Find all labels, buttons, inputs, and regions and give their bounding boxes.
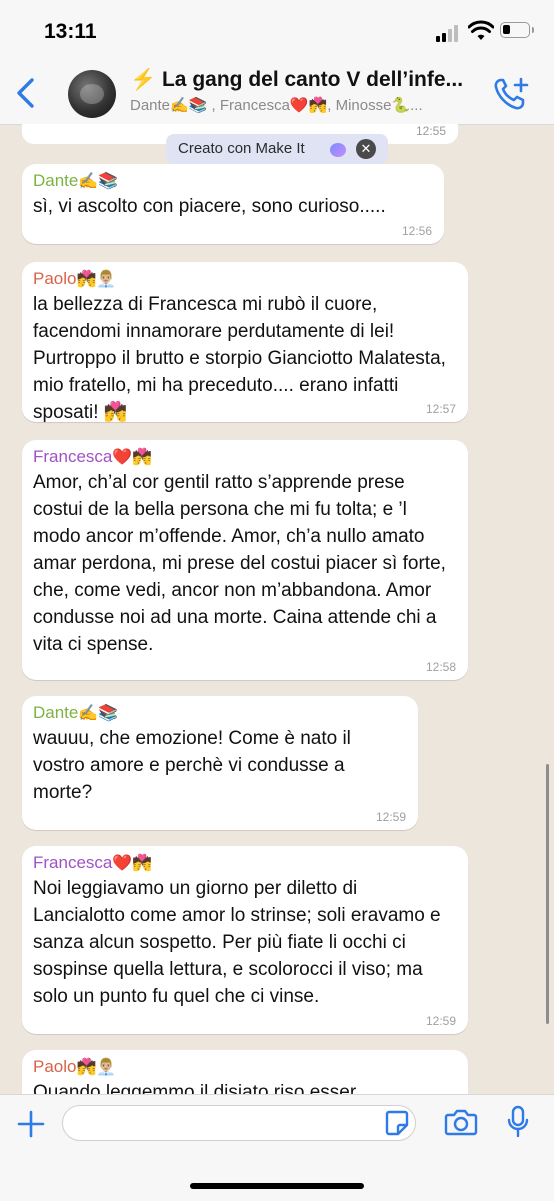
sender-name: Francesca: [33, 447, 113, 466]
message-text: wauuu, che emozione! Come è nato il vost…: [33, 728, 351, 803]
sender-name: Francesca: [33, 853, 113, 872]
message-bubble[interactable]: Dante✍️📚 sì, vi ascolto con piacere, son…: [22, 164, 444, 244]
message-text: Noi leggiavamo un giorno per diletto di …: [33, 878, 441, 1007]
message-sender: Paolo💏👨🏼‍💼: [33, 1056, 454, 1079]
sender-name: Paolo: [33, 1057, 77, 1076]
sender-emoji: ❤️💏: [112, 855, 153, 872]
message-time: 12:58: [425, 660, 456, 674]
battery-icon: [500, 22, 534, 38]
composer-bar: [0, 1094, 554, 1201]
message-input[interactable]: [62, 1105, 416, 1141]
message-bubble[interactable]: Paolo💏👨🏼‍💼 Quando leggemmo il disiato ri…: [22, 1050, 468, 1094]
home-indicator[interactable]: [190, 1183, 364, 1189]
close-icon[interactable]: ✕: [356, 139, 376, 159]
message-text: la bellezza di Francesca mi rubò il cuor…: [33, 294, 446, 423]
sender-emoji: 💏👨🏼‍💼: [76, 271, 117, 288]
message-time: 12:56: [401, 224, 432, 238]
message-sender: Francesca❤️💏: [33, 852, 454, 875]
message-time: 12:57: [425, 402, 456, 416]
message-time: 12:59: [425, 1014, 456, 1028]
group-title[interactable]: ⚡ La gang del canto V dell’infe...: [130, 68, 475, 92]
sender-name: Paolo: [33, 269, 77, 288]
sender-emoji: ✍️📚: [78, 173, 119, 190]
cellular-signal-icon: [436, 24, 462, 42]
add-call-icon[interactable]: [492, 76, 530, 112]
group-avatar[interactable]: [68, 70, 116, 118]
status-time: 13:11: [44, 20, 97, 43]
message-text: Amor, ch’al cor gentil ratto s’apprende …: [33, 472, 446, 655]
message-text: Quando leggemmo il disiato riso esser: [33, 1082, 357, 1094]
message-sender: Dante✍️📚: [33, 702, 404, 725]
sender-emoji: 💏👨🏼‍💼: [76, 1059, 117, 1076]
message-text: sì, vi ascolto con piacere, sono curioso…: [33, 196, 386, 217]
group-members[interactable]: Dante✍️📚 , Francesca❤️💏, Minosse🐍...: [130, 96, 470, 114]
wifi-icon: [468, 20, 494, 40]
make-it-banner[interactable]: Creato con Make It ✕: [166, 134, 388, 164]
make-it-logo-icon: [330, 143, 346, 157]
message-sender: Francesca❤️💏: [33, 446, 454, 469]
back-chevron-icon[interactable]: [12, 76, 40, 110]
plus-icon[interactable]: [16, 1109, 46, 1139]
message-bubble[interactable]: Francesca❤️💏 Noi leggiavamo un giorno pe…: [22, 846, 468, 1034]
make-it-label: Creato con Make It: [178, 140, 305, 157]
message-bubble[interactable]: Dante✍️📚 wauuu, che emozione! Come è nat…: [22, 696, 418, 830]
message-time: 12:55: [415, 124, 446, 138]
camera-icon[interactable]: [444, 1107, 478, 1137]
sender-name: Dante: [33, 703, 79, 722]
message-sender: Dante✍️📚: [33, 170, 430, 193]
status-bar: 13:11: [0, 0, 554, 62]
sender-emoji: ✍️📚: [78, 705, 119, 722]
scrollbar[interactable]: [546, 764, 549, 1024]
message-bubble[interactable]: Francesca❤️💏 Amor, ch’al cor gentil ratt…: [22, 440, 468, 680]
message-sender: Paolo💏👨🏼‍💼: [33, 268, 454, 291]
microphone-icon[interactable]: [506, 1105, 530, 1139]
sender-emoji: ❤️💏: [112, 449, 153, 466]
sender-name: Dante: [33, 171, 79, 190]
sticker-icon[interactable]: [384, 1109, 410, 1137]
message-bubble[interactable]: Paolo💏👨🏼‍💼 la bellezza di Francesca mi r…: [22, 262, 468, 423]
message-time: 12:59: [375, 810, 406, 824]
chat-header: ⚡ La gang del canto V dell’infe... Dante…: [0, 62, 554, 125]
message-list[interactable]: 12:55 Creato con Make It ✕ Dante✍️📚 sì, …: [0, 124, 554, 1094]
